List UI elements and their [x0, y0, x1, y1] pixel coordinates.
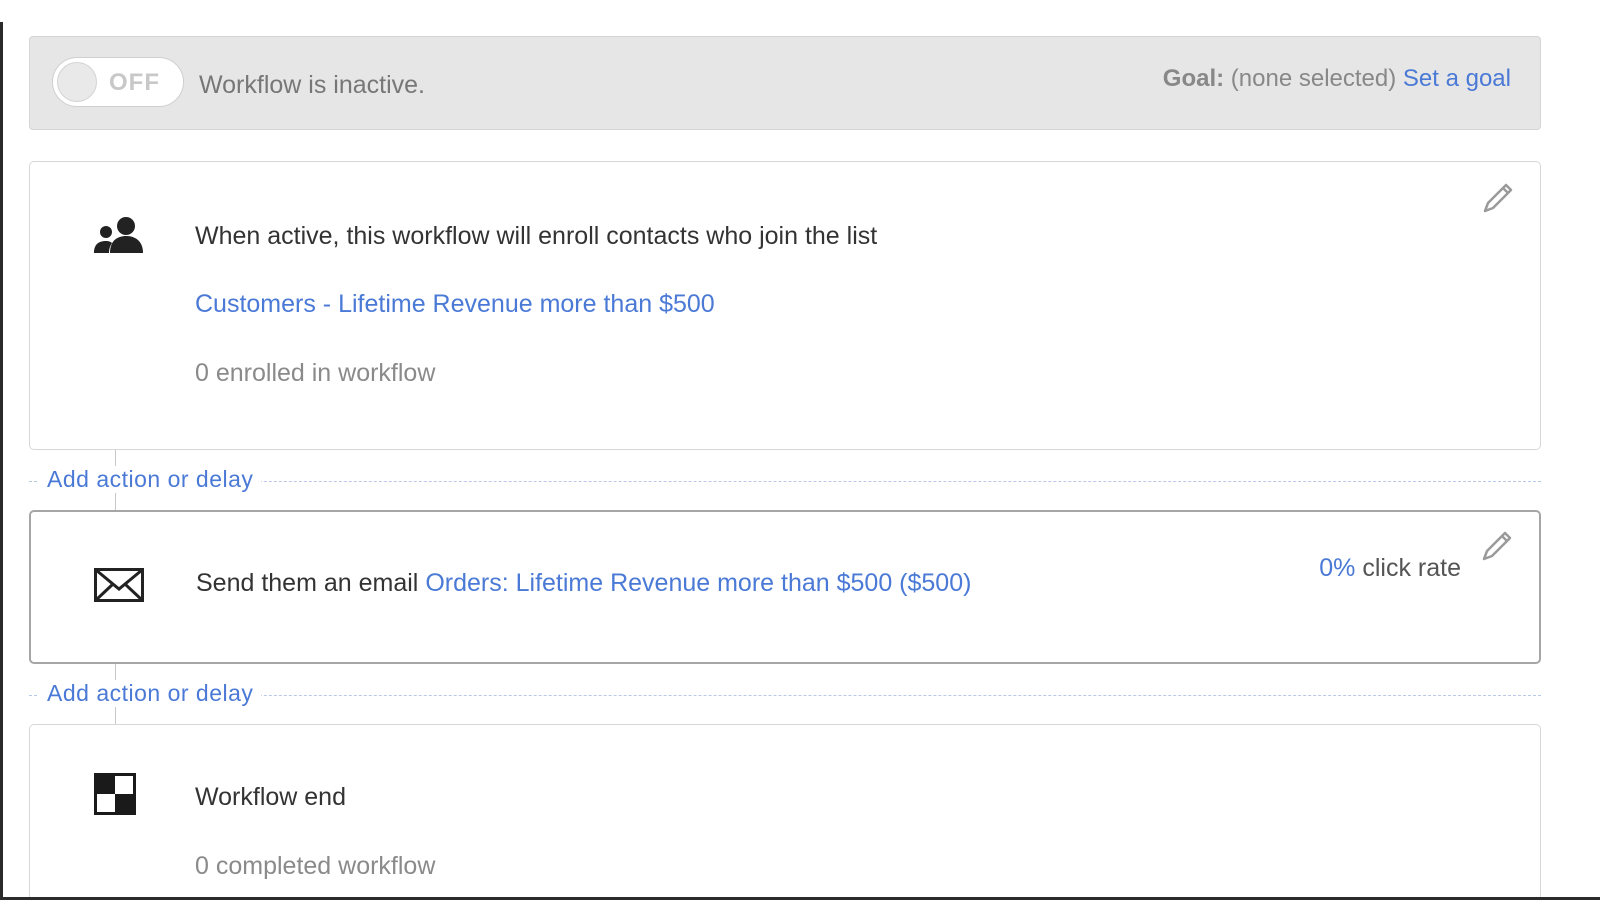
toggle-label: OFF: [109, 69, 160, 96]
workflow-page: OFF Workflow is inactive. Goal: (none se…: [0, 0, 1600, 900]
add-action-or-delay-link[interactable]: Add action or delay: [39, 466, 262, 493]
goal-label: Goal:: [1162, 65, 1225, 92]
completed-count: 0 completed workflow: [195, 852, 436, 880]
goal-value: (none selected): [1230, 65, 1397, 92]
checkered-flag-icon: [94, 773, 136, 820]
email-name-link[interactable]: Orders: Lifetime Revenue more than $500 …: [425, 569, 971, 597]
envelope-icon: [94, 568, 144, 607]
enrollment-description: When active, this workflow will enroll c…: [195, 222, 878, 250]
contacts-icon: [92, 216, 146, 259]
toggle-knob: [57, 62, 97, 102]
enrollment-list-link[interactable]: Customers - Lifetime Revenue more than $…: [195, 290, 715, 319]
click-rate-stat: 0% click rate: [1319, 554, 1461, 583]
edit-pencil-icon[interactable]: [1479, 528, 1515, 564]
enrolled-count: 0 enrolled in workflow: [195, 359, 436, 387]
send-email-description: Send them an email Orders: Lifetime Reve…: [196, 569, 971, 598]
goal-section: Goal: (none selected) Set a goal: [1163, 65, 1511, 93]
add-action-row: Add action or delay: [29, 466, 1541, 496]
window-left-edge: [0, 22, 3, 900]
click-rate-label: click rate: [1362, 554, 1461, 582]
workflow-status-text: Workflow is inactive.: [199, 71, 425, 99]
edit-pencil-icon[interactable]: [1480, 180, 1516, 216]
send-email-prefix: Send them an email: [196, 569, 419, 597]
enrollment-trigger-card[interactable]: When active, this workflow will enroll c…: [29, 161, 1541, 450]
click-rate-value[interactable]: 0%: [1319, 554, 1355, 582]
workflow-active-toggle[interactable]: OFF: [52, 57, 184, 107]
workflow-end-card: Workflow end 0 completed workflow: [29, 724, 1541, 900]
workflow-end-title: Workflow end: [195, 783, 346, 811]
workflow-status-bar: OFF Workflow is inactive. Goal: (none se…: [29, 36, 1541, 130]
add-action-row: Add action or delay: [29, 680, 1541, 710]
add-action-or-delay-link[interactable]: Add action or delay: [39, 680, 262, 707]
set-goal-link[interactable]: Set a goal: [1403, 65, 1511, 92]
send-email-action-card[interactable]: Send them an email Orders: Lifetime Reve…: [29, 510, 1541, 664]
